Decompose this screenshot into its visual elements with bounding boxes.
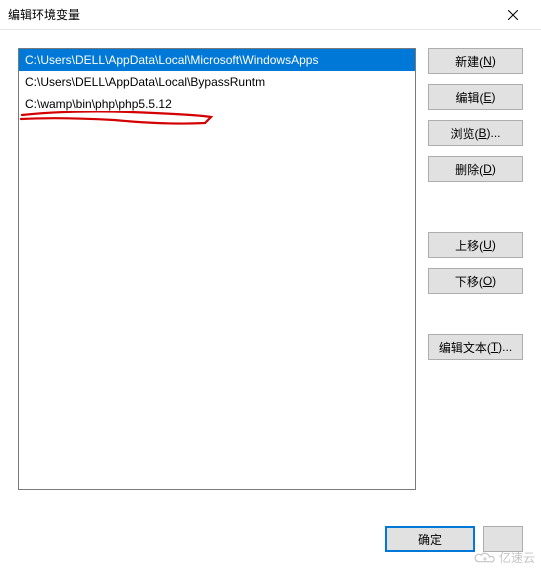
list-item[interactable]: C:\wamp\bin\php\php5.5.12 xyxy=(19,93,415,115)
title-bar: 编辑环境变量 xyxy=(0,0,541,30)
edit-text-button[interactable]: 编辑文本(T)... xyxy=(428,334,523,360)
watermark: 亿速云 xyxy=(473,549,535,566)
dialog-title: 编辑环境变量 xyxy=(8,6,493,23)
path-listbox[interactable]: C:\Users\DELL\AppData\Local\Microsoft\Wi… xyxy=(18,48,416,490)
ok-button[interactable]: 确定 xyxy=(385,526,475,552)
cloud-icon xyxy=(473,550,495,566)
list-item[interactable]: C:\Users\DELL\AppData\Local\BypassRuntm xyxy=(19,71,415,93)
annotation-underline xyxy=(19,111,416,141)
close-button[interactable] xyxy=(493,1,533,29)
delete-button[interactable]: 删除(D) xyxy=(428,156,523,182)
move-down-button[interactable]: 下移(O) xyxy=(428,268,523,294)
browse-button[interactable]: 浏览(B)... xyxy=(428,120,523,146)
list-item[interactable]: C:\Users\DELL\AppData\Local\Microsoft\Wi… xyxy=(19,49,415,71)
close-icon xyxy=(508,10,518,20)
dialog-body: C:\Users\DELL\AppData\Local\Microsoft\Wi… xyxy=(0,30,541,500)
watermark-text: 亿速云 xyxy=(499,549,535,566)
move-up-button[interactable]: 上移(U) xyxy=(428,232,523,258)
new-button[interactable]: 新建(N) xyxy=(428,48,523,74)
edit-button[interactable]: 编辑(E) xyxy=(428,84,523,110)
side-button-panel: 新建(N) 编辑(E) 浏览(B)... 删除(D) 上移(U) 下移(O) 编… xyxy=(428,48,523,490)
